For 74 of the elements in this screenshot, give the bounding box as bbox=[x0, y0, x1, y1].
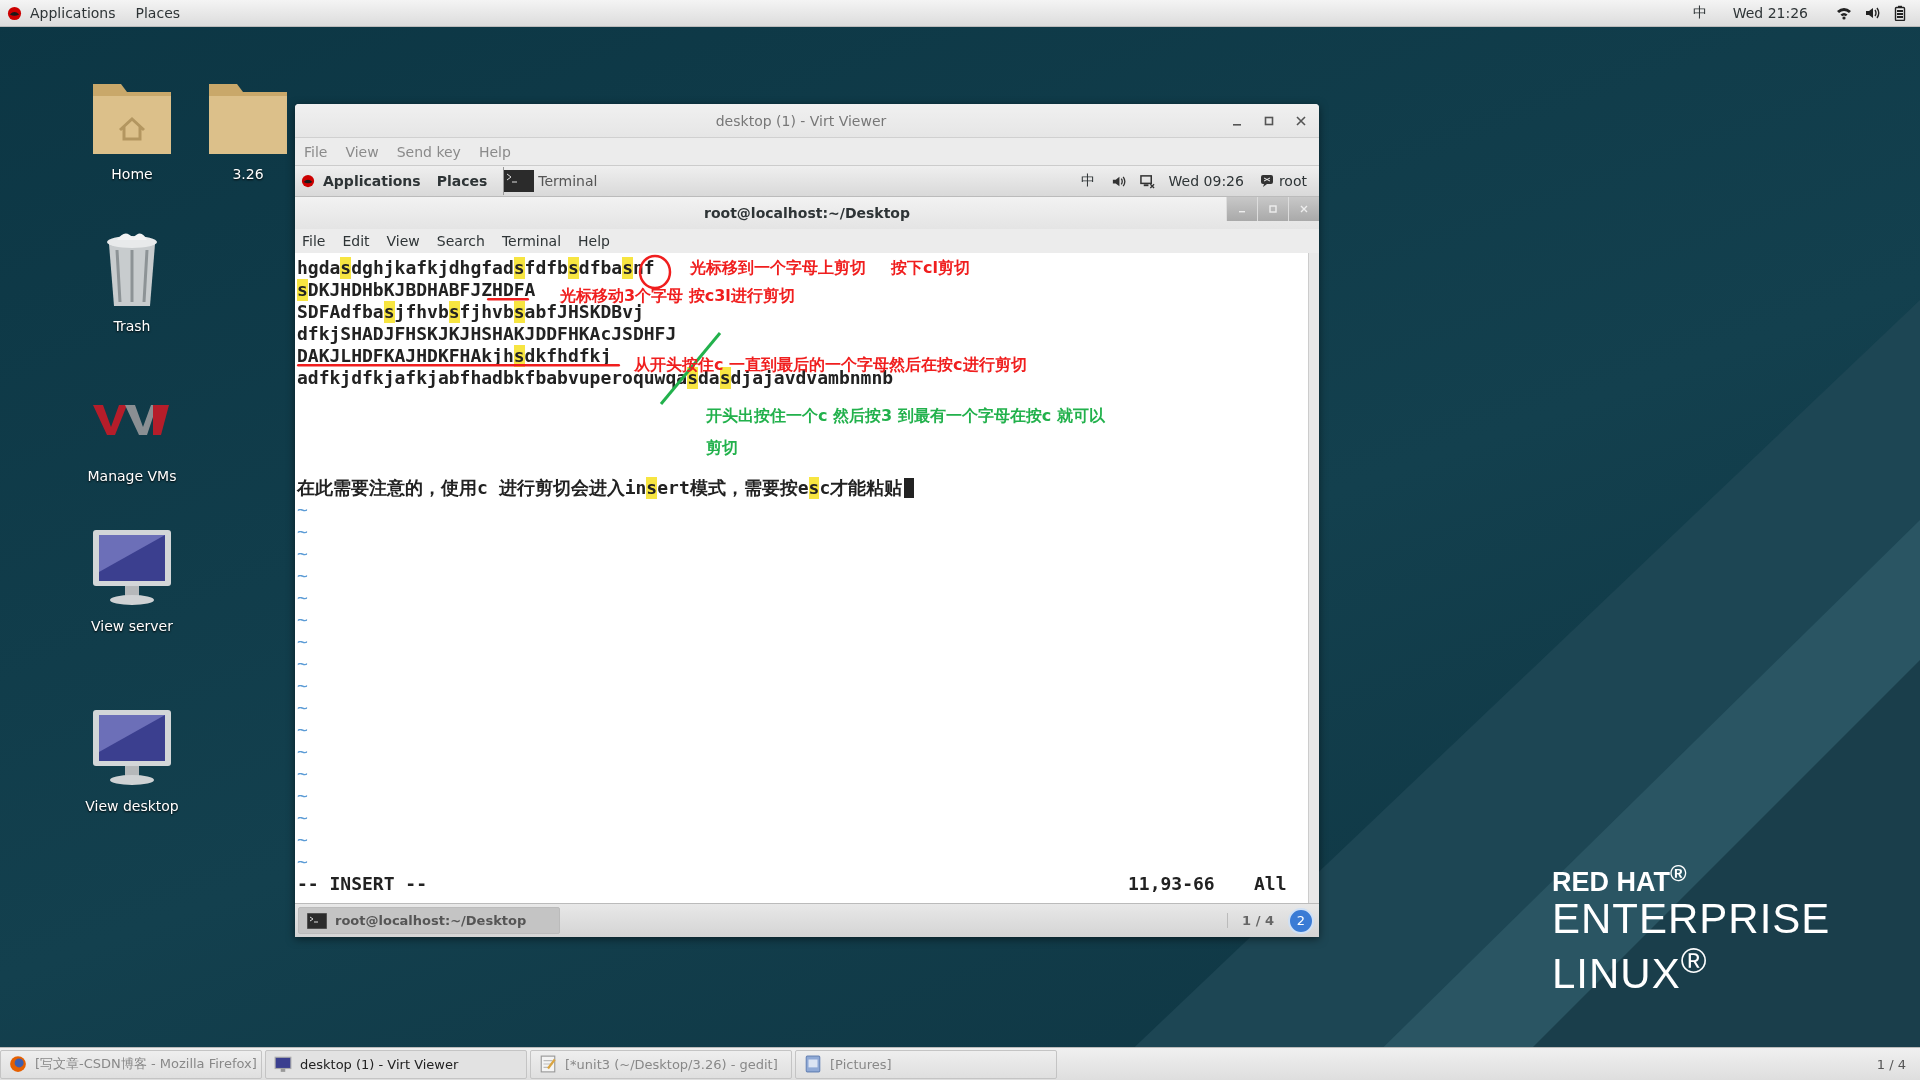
guest-menu[interactable]: Places bbox=[436, 173, 488, 189]
annotation-text: 光标移到一个字母上剪切 bbox=[690, 257, 866, 279]
workspace-indicator[interactable]: 1 / 4 bbox=[1227, 913, 1288, 928]
empty-line-marker: ~ bbox=[297, 851, 308, 873]
empty-line-marker: ~ bbox=[297, 543, 308, 565]
empty-line-marker: ~ bbox=[297, 609, 308, 631]
empty-line-marker: ~ bbox=[297, 653, 308, 675]
top-menu[interactable]: Places bbox=[135, 5, 181, 21]
monitor-icon bbox=[274, 1055, 292, 1073]
user-menu[interactable]: root bbox=[1259, 173, 1307, 189]
empty-line-marker: ~ bbox=[297, 697, 308, 719]
window-button[interactable]: Terminal bbox=[503, 167, 598, 195]
empty-line-marker: ~ bbox=[297, 675, 308, 697]
desktop-icon-label[interactable]: Manage VMs bbox=[87, 468, 177, 484]
annotation-text: 开头出按住一个c 然后按3 到最有一个字母在按c 就可以剪切 bbox=[706, 405, 1106, 459]
desktop-icon-label[interactable]: Home bbox=[111, 166, 153, 182]
guest-menu[interactable]: Applications bbox=[323, 173, 421, 189]
user-icon bbox=[1259, 174, 1274, 188]
menu-item[interactable]: Search bbox=[436, 233, 485, 249]
hat-logo-icon bbox=[301, 174, 315, 188]
empty-line-marker: ~ bbox=[297, 587, 308, 609]
underline-mark bbox=[487, 298, 529, 301]
desktop-icon-label[interactable]: View server bbox=[91, 618, 173, 634]
empty-line-marker: ~ bbox=[297, 741, 308, 763]
scroll-position: All bbox=[1254, 873, 1288, 895]
empty-line-marker: ~ bbox=[297, 631, 308, 653]
desktop-icon-label[interactable]: 3.26 bbox=[232, 166, 264, 182]
battery-icon[interactable] bbox=[1892, 5, 1908, 21]
top-menu[interactable]: Applications bbox=[30, 5, 116, 21]
empty-line-marker: ~ bbox=[297, 807, 308, 829]
empty-line-marker: ~ bbox=[297, 565, 308, 587]
desktop-icon-label[interactable]: View desktop bbox=[85, 798, 179, 814]
empty-line-marker: ~ bbox=[297, 521, 308, 543]
window-title: root@localhost:~/Desktop bbox=[704, 205, 910, 221]
menu-item[interactable]: View bbox=[386, 233, 420, 249]
image-folder-icon bbox=[804, 1055, 822, 1073]
taskbar-button[interactable]: desktop (1) - Virt Viewer bbox=[265, 1049, 527, 1079]
network-icon[interactable] bbox=[1139, 173, 1155, 189]
empty-line-marker: ~ bbox=[297, 499, 308, 521]
input-method[interactable]: 中 bbox=[1692, 4, 1707, 22]
text-line: dfkjSHADJFHSKJKJHSHAKJDDFHKAcJSDHFJ bbox=[297, 323, 678, 345]
volume-icon[interactable] bbox=[1864, 5, 1880, 21]
empty-line-marker: ~ bbox=[297, 763, 308, 785]
menu-item[interactable]: Terminal bbox=[501, 233, 562, 249]
wifi-icon[interactable] bbox=[1836, 5, 1852, 21]
document-icon bbox=[539, 1055, 557, 1073]
terminal-icon bbox=[307, 912, 327, 929]
window-title: desktop (1) - Virt Viewer bbox=[715, 112, 887, 129]
clock[interactable]: Wed 09:26 bbox=[1168, 173, 1244, 189]
maximize-icon[interactable] bbox=[1263, 114, 1275, 127]
mode-indicator: -- INSERT -- bbox=[297, 873, 428, 895]
hat-logo-icon bbox=[7, 5, 22, 21]
menu-item[interactable]: Edit bbox=[342, 233, 370, 249]
clock[interactable]: Wed 21:26 bbox=[1732, 5, 1808, 21]
menu-item[interactable]: File bbox=[302, 233, 326, 249]
text-line: 在此需要注意的，使用c 进行剪切会进入insert模式，需要按esc才能粘贴 bbox=[297, 477, 1308, 499]
taskbar-button[interactable]: root@localhost:~/Desktop bbox=[298, 907, 560, 934]
empty-line-marker: ~ bbox=[297, 829, 308, 851]
browser-icon bbox=[9, 1055, 27, 1073]
brand-text: ENTERPRISE bbox=[1552, 898, 1831, 940]
empty-line-marker: ~ bbox=[297, 719, 308, 741]
close-icon[interactable] bbox=[1295, 114, 1307, 127]
terminal-icon bbox=[504, 170, 535, 192]
cursor-position: 11,93-66 bbox=[1128, 873, 1216, 895]
input-method[interactable]: 中 bbox=[1080, 172, 1095, 190]
workspace-indicator[interactable]: 1 / 4 bbox=[1876, 1056, 1906, 1072]
empty-line-marker: ~ bbox=[297, 785, 308, 807]
desktop-icon-label[interactable]: Trash bbox=[113, 318, 151, 334]
scrollbar[interactable] bbox=[1308, 253, 1319, 903]
annotation-text: 按下cl剪切 bbox=[891, 257, 970, 279]
menu-item[interactable]: Help bbox=[578, 233, 610, 249]
brand-text: LINUX$^{®}$ bbox=[1552, 940, 1709, 995]
notification-badge[interactable]: 2 bbox=[1288, 907, 1314, 934]
brand-text: RED HAT$^{®}$ bbox=[1552, 860, 1688, 898]
